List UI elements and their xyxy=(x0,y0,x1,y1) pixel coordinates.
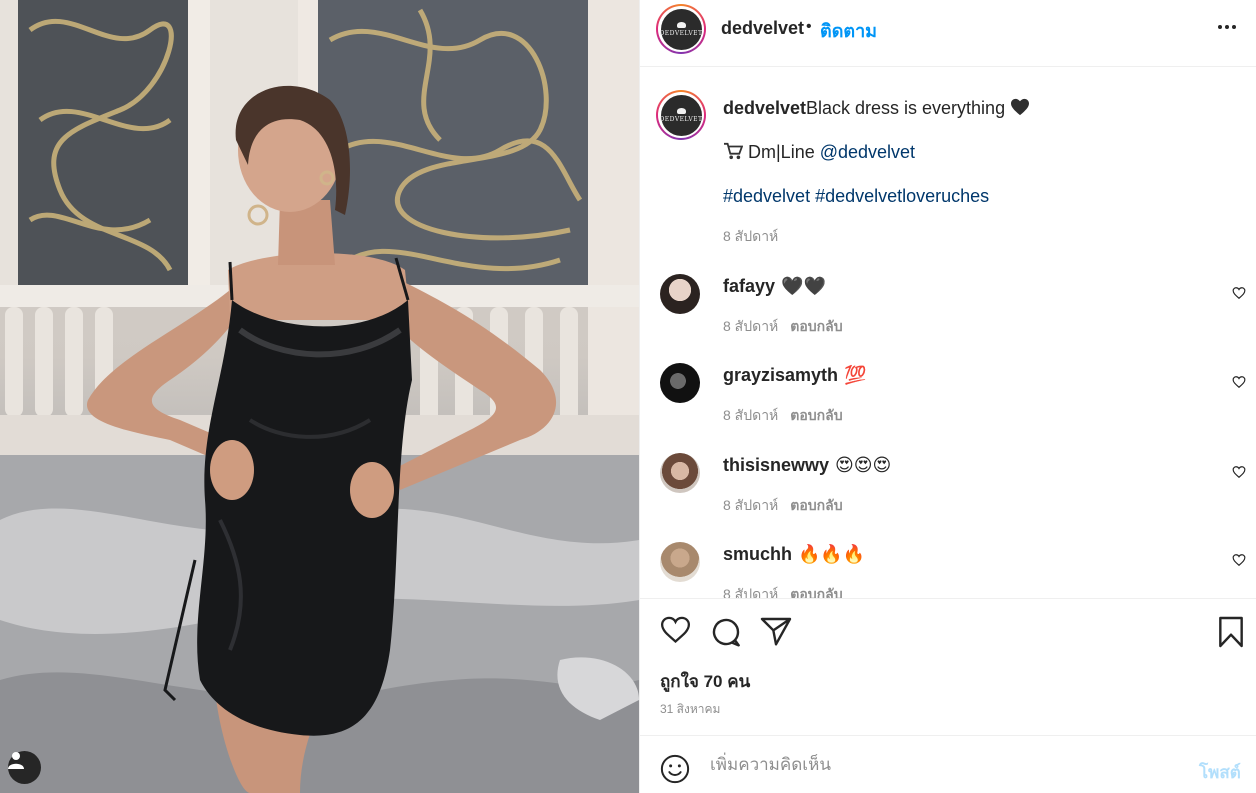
comment-input[interactable] xyxy=(710,750,1180,780)
post-comment-button[interactable]: โพสต์ xyxy=(1199,759,1241,786)
reply-button[interactable]: ตอบกลับ xyxy=(790,586,842,598)
caption-username[interactable]: dedvelvet xyxy=(723,98,806,119)
comment-text: 🔥🔥🔥 xyxy=(798,544,866,564)
hashtags-link[interactable]: #dedvelvet #dedvelvetloveruches xyxy=(723,186,989,207)
post-detail-panel: DEDVELVET dedvelvet • ติดตาม DEDVELVET d… xyxy=(639,0,1256,793)
caption-text-content: Black dress is everything xyxy=(806,98,1006,118)
commenter-avatar[interactable] xyxy=(660,363,700,403)
comment-text: 😍😍😍 xyxy=(835,455,892,475)
contact-prefix: Dm|Line xyxy=(748,142,815,162)
action-bar xyxy=(640,598,1256,735)
emoji-smiley-icon[interactable] xyxy=(660,754,690,784)
comment-row: grayzisamyth 💯 xyxy=(723,365,866,386)
comment-meta: 8 สัปดาห์ ตอบกลับ xyxy=(723,316,843,338)
author-username[interactable]: dedvelvet xyxy=(721,18,804,39)
comment-row: smuchh 🔥🔥🔥 xyxy=(723,544,865,565)
comment-time[interactable]: 8 สัปดาห์ xyxy=(723,497,778,513)
black-heart-icon xyxy=(1011,98,1030,116)
reply-button[interactable]: ตอบกลับ xyxy=(790,497,842,513)
post-date[interactable]: 31 สิงหาคม xyxy=(660,700,720,719)
commenter-avatar[interactable] xyxy=(660,453,700,493)
post-header: DEDVELVET dedvelvet • ติดตาม xyxy=(640,0,1256,67)
comment-time[interactable]: 8 สัปดาห์ xyxy=(723,586,778,598)
commenter-username[interactable]: thisisnewwy xyxy=(723,455,829,475)
commenter-avatar[interactable] xyxy=(660,542,700,582)
avatar-brand-text: DEDVELVET xyxy=(659,29,703,37)
follow-button[interactable]: ติดตาม xyxy=(820,16,877,45)
bookmark-save-icon[interactable] xyxy=(1217,616,1245,648)
comments-list[interactable]: DEDVELVET dedvelvet Black dress is every… xyxy=(640,67,1256,598)
shopping-cart-icon xyxy=(724,142,744,160)
caption-text: Black dress is everything xyxy=(806,98,1030,119)
tagged-users-button[interactable] xyxy=(8,751,41,784)
like-comment-icon[interactable] xyxy=(1232,286,1246,300)
share-send-icon[interactable] xyxy=(760,616,792,646)
author-avatar[interactable]: DEDVELVET xyxy=(656,4,706,54)
comment-text: 🖤🖤 xyxy=(781,276,826,296)
separator-dot: • xyxy=(806,18,812,35)
comment-row: fafayy 🖤🖤 xyxy=(723,276,826,297)
like-heart-icon[interactable] xyxy=(660,616,691,644)
caption-contact-line: Dm|Line @dedvelvet xyxy=(723,142,915,163)
photo-illustration xyxy=(0,0,639,793)
commenter-username[interactable]: grayzisamyth xyxy=(723,365,838,385)
commenter-username[interactable]: smuchh xyxy=(723,544,792,564)
more-options-icon[interactable] xyxy=(1218,25,1236,29)
likes-count[interactable]: ถูกใจ 70 คน xyxy=(660,668,750,695)
person-icon xyxy=(8,752,24,769)
comment-time[interactable]: 8 สัปดาห์ xyxy=(723,407,778,423)
comment-row: thisisnewwy 😍😍😍 xyxy=(723,455,891,476)
commenter-username[interactable]: fafayy xyxy=(723,276,775,296)
comment-meta: 8 สัปดาห์ ตอบกลับ xyxy=(723,584,843,598)
comment-meta: 8 สัปดาห์ ตอบกลับ xyxy=(723,405,843,427)
reply-button[interactable]: ตอบกลับ xyxy=(790,407,842,423)
avatar-brand-text: DEDVELVET xyxy=(659,115,703,123)
comment-bubble-icon[interactable] xyxy=(710,616,742,648)
mention-link[interactable]: @dedvelvet xyxy=(820,142,915,162)
reply-button[interactable]: ตอบกลับ xyxy=(790,318,842,334)
post-photo xyxy=(0,0,639,793)
comment-meta: 8 สัปดาห์ ตอบกลับ xyxy=(723,495,843,517)
comment-time[interactable]: 8 สัปดาห์ xyxy=(723,318,778,334)
comment-text: 💯 xyxy=(844,365,867,385)
caption-time[interactable]: 8 สัปดาห์ xyxy=(723,226,778,248)
commenter-avatar[interactable] xyxy=(660,274,700,314)
like-comment-icon[interactable] xyxy=(1232,465,1246,479)
caption-author-avatar[interactable]: DEDVELVET xyxy=(656,90,706,140)
like-comment-icon[interactable] xyxy=(1232,553,1246,567)
like-comment-icon[interactable] xyxy=(1232,375,1246,389)
add-comment-bar: โพสต์ xyxy=(640,735,1256,793)
